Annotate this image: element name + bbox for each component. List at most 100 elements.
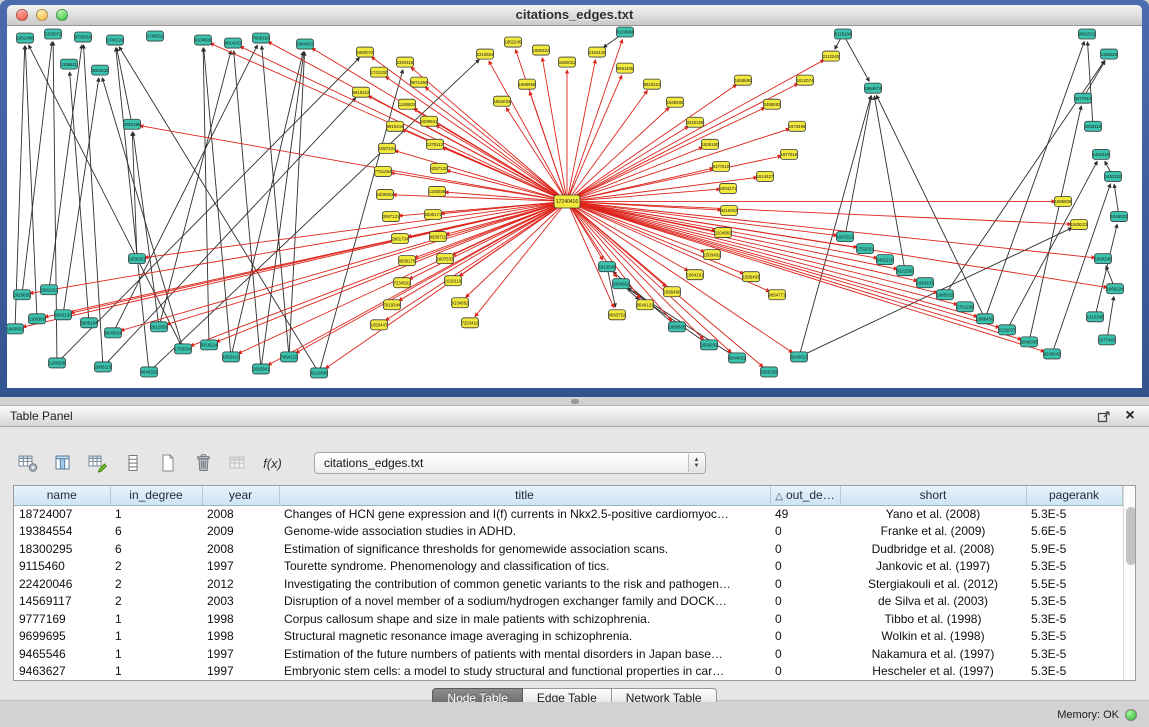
network-node[interactable]: 8730916 <box>75 32 92 42</box>
cell-out_de[interactable]: 0 <box>770 523 840 541</box>
cell-name[interactable]: 14569117 <box>14 593 110 611</box>
network-canvas[interactable]: 1724041618600721741200981532222601188871… <box>7 26 1142 388</box>
network-node[interactable]: 8830175 <box>399 256 416 266</box>
new-file-icon[interactable] <box>154 451 181 475</box>
network-node[interactable]: 8871450 <box>411 77 428 87</box>
cell-title[interactable]: Structural magnetic resonance image aver… <box>279 628 770 646</box>
network-node[interactable]: 3220166 <box>687 117 704 127</box>
network-node[interactable]: 1741200 <box>371 67 388 77</box>
cell-name[interactable]: 9465546 <box>14 645 110 663</box>
black-edge[interactable] <box>204 48 231 357</box>
black-edge[interactable] <box>103 98 356 367</box>
black-edge[interactable] <box>1107 297 1114 340</box>
black-edge[interactable] <box>845 96 872 237</box>
cell-short[interactable]: de Silva et al. (2003) <box>840 593 1026 611</box>
network-node[interactable]: 8122037 <box>999 325 1016 335</box>
network-node[interactable]: 1958281 <box>129 254 146 264</box>
network-node[interactable]: 1664161 <box>687 270 704 280</box>
table-row[interactable]: 946362711997Embryonic stem cells: a mode… <box>14 663 1122 681</box>
close-button[interactable] <box>16 9 28 21</box>
cell-short[interactable]: Wolkin et al. (1998) <box>840 628 1026 646</box>
network-node[interactable]: 1864103 <box>917 278 934 288</box>
table-row[interactable]: 911546021997Tourette syndrome. Phenomeno… <box>14 558 1122 576</box>
cell-out_de[interactable]: 0 <box>770 645 840 663</box>
cell-title[interactable]: Changes of HCN gene expression and I(f) … <box>279 505 770 523</box>
table-row[interactable]: 1456911722003Disruption of a novel membe… <box>14 593 1122 611</box>
network-node[interactable]: 7234561 <box>394 278 411 288</box>
red-edge[interactable] <box>393 195 567 202</box>
network-node[interactable]: 8649322 <box>141 367 158 377</box>
network-node[interactable]: 2620655 <box>14 290 31 300</box>
column-header-out_de[interactable]: △out_de… <box>770 486 840 505</box>
network-node[interactable]: 1614627 <box>757 171 774 181</box>
cell-out_de[interactable]: 0 <box>770 628 840 646</box>
cell-year[interactable]: 1998 <box>202 610 279 628</box>
cell-year[interactable]: 1997 <box>202 663 279 681</box>
cell-pagerank[interactable]: 5.3E-5 <box>1026 558 1122 576</box>
network-node[interactable]: 1062412 <box>223 352 240 362</box>
network-node[interactable]: 1453110 <box>1105 171 1122 181</box>
network-node[interactable]: 8321550 <box>897 266 914 276</box>
network-node[interactable]: 2581022 <box>41 285 58 295</box>
network-node[interactable]: 5905133 <box>55 310 72 320</box>
cell-name[interactable]: 9699695 <box>14 628 110 646</box>
network-node[interactable]: 1786511 <box>147 31 164 41</box>
network-node-hub[interactable]: 17240416 <box>554 195 580 208</box>
network-node[interactable]: 9318224 <box>201 340 218 350</box>
network-node[interactable]: 1009941 <box>421 116 438 126</box>
black-edge[interactable] <box>985 42 1084 319</box>
cell-in_degree[interactable]: 1 <box>110 645 202 663</box>
red-edge[interactable] <box>567 201 1044 351</box>
cell-out_de[interactable]: 0 <box>770 663 840 681</box>
scrollbar-thumb[interactable] <box>1126 507 1136 565</box>
network-node[interactable]: 1854662 <box>613 279 630 289</box>
column-header-name[interactable]: name <box>14 486 110 505</box>
network-node[interactable]: 1812074 <box>797 75 814 85</box>
network-node[interactable]: 1860224 <box>1107 284 1124 294</box>
network-node[interactable]: 1807533 <box>437 254 454 264</box>
cell-short[interactable]: Dudbridge et al. (2008) <box>840 540 1026 558</box>
network-node[interactable]: 2905113 <box>95 362 112 372</box>
red-edge[interactable] <box>567 126 688 201</box>
network-node[interactable]: 1186350 <box>29 314 46 324</box>
red-edge[interactable] <box>567 201 763 366</box>
cell-year[interactable]: 1998 <box>202 628 279 646</box>
cell-name[interactable]: 9463627 <box>14 663 110 681</box>
network-node[interactable]: 7253410 <box>462 318 479 328</box>
network-node[interactable]: 1057231 <box>379 143 396 153</box>
network-node[interactable]: 1275112 <box>427 139 444 149</box>
black-edge[interactable] <box>799 96 871 357</box>
network-node[interactable]: 2051490 <box>124 119 141 129</box>
table-row[interactable]: 969969511998Structural magnetic resonanc… <box>14 628 1122 646</box>
network-node[interactable]: 7608191 <box>253 33 270 43</box>
network-node[interactable]: 1860635 <box>669 322 686 332</box>
network-node[interactable]: 1948260 <box>667 97 684 107</box>
minimize-button[interactable] <box>36 9 48 21</box>
network-node[interactable]: 9549122 <box>637 300 654 310</box>
cell-in_degree[interactable]: 1 <box>110 505 202 523</box>
network-node[interactable]: 1966955 <box>519 79 536 89</box>
network-node[interactable]: 9245042 <box>1044 349 1061 359</box>
show-rows-icon[interactable] <box>119 451 146 475</box>
cell-title[interactable]: Genome-wide association studies in ADHD. <box>279 523 770 541</box>
network-node[interactable]: 1973498 <box>789 121 806 131</box>
network-node[interactable]: 2093341 <box>253 364 270 374</box>
network-node[interactable]: 2204963 <box>715 228 732 238</box>
red-edge[interactable] <box>567 201 1107 287</box>
network-node[interactable]: 8614291 <box>225 38 242 48</box>
network-node[interactable]: 1850332 <box>761 367 778 377</box>
black-edge[interactable] <box>63 78 99 315</box>
network-node[interactable]: 9861105 <box>617 63 634 73</box>
black-edge[interactable] <box>1083 61 1105 98</box>
cell-pagerank[interactable]: 5.3E-5 <box>1026 663 1122 681</box>
float-panel-icon[interactable] <box>1095 408 1113 424</box>
cell-pagerank[interactable]: 5.3E-5 <box>1026 645 1122 663</box>
delete-table-icon[interactable] <box>189 451 216 475</box>
network-node[interactable]: 2152440 <box>589 47 606 57</box>
network-node[interactable]: 1650447 <box>371 320 388 330</box>
network-node[interactable]: 2265071 <box>45 29 62 39</box>
cell-name[interactable]: 19384554 <box>14 523 110 541</box>
column-header-title[interactable]: title <box>279 486 770 505</box>
function-builder-icon[interactable]: f(x) <box>259 451 286 475</box>
cell-title[interactable]: Corpus callosum shape and size in male p… <box>279 610 770 628</box>
